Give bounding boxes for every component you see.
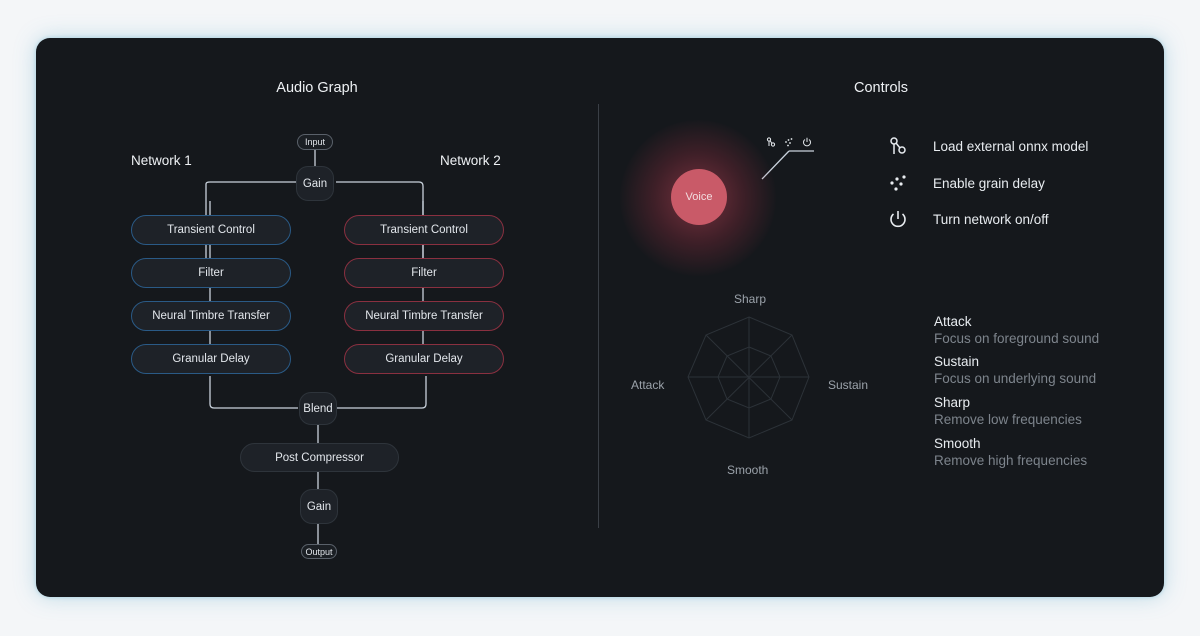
- description-title: Sustain: [934, 354, 980, 369]
- controls-title: Controls: [854, 80, 908, 96]
- network-2-transient-control[interactable]: Transient Control: [344, 215, 504, 245]
- description-sustain: Sustain Focus on underlying sound: [934, 354, 1096, 386]
- audio-graph-panel: Audio Graph Network 1 Network 2 Input Ga…: [36, 38, 1164, 597]
- description-text: Remove low frequencies: [934, 412, 1082, 427]
- description-text: Remove high frequencies: [934, 453, 1088, 468]
- network-2-title: Network 2: [440, 153, 501, 168]
- model-icon: [886, 134, 910, 158]
- network-2-neural-timbre-transfer[interactable]: Neural Timbre Transfer: [344, 301, 504, 331]
- description-text: Focus on foreground sound: [934, 331, 1100, 346]
- network-2-granular-delay[interactable]: Granular Delay: [344, 344, 504, 374]
- description-attack: Attack Focus on foreground sound: [934, 314, 1099, 346]
- network-1-neural-timbre-transfer[interactable]: Neural Timbre Transfer: [131, 301, 291, 331]
- grain-icon[interactable]: [784, 134, 794, 147]
- network-1-transient-control[interactable]: Transient Control: [131, 215, 291, 245]
- description-text: Focus on underlying sound: [934, 371, 1097, 386]
- description-sharp: Sharp Remove low frequencies: [934, 395, 1082, 427]
- legend-power: Turn network on/off: [886, 207, 1049, 231]
- description-smooth: Smooth Remove high frequencies: [934, 436, 1087, 468]
- radar-label-sustain: Sustain: [828, 378, 869, 392]
- legend-load-model: Load external onnx model: [886, 134, 1088, 158]
- network-1-title: Network 1: [131, 153, 192, 168]
- legend-label: Load external onnx model: [933, 138, 1089, 154]
- network-1-filter[interactable]: Filter: [131, 258, 291, 288]
- section-divider: [598, 104, 599, 528]
- gain-node-bottom[interactable]: Gain: [300, 489, 338, 524]
- output-node[interactable]: Output: [301, 544, 337, 559]
- radar-chart[interactable]: [675, 305, 823, 465]
- description-title: Sharp: [934, 395, 971, 410]
- radar-label-sharp: Sharp: [734, 292, 767, 306]
- network-2-filter[interactable]: Filter: [344, 258, 504, 288]
- description-title: Attack: [934, 314, 972, 329]
- voice-node-icons: [766, 134, 812, 147]
- blend-node[interactable]: Blend: [299, 392, 337, 425]
- audio-graph-title: Audio Graph: [276, 80, 358, 96]
- description-title: Smooth: [934, 436, 981, 451]
- power-icon[interactable]: [802, 134, 812, 147]
- legend-label: Turn network on/off: [933, 211, 1049, 227]
- input-node[interactable]: Input: [297, 134, 333, 150]
- radar-label-smooth: Smooth: [727, 463, 769, 477]
- model-icon[interactable]: [766, 134, 776, 147]
- legend-label: Enable grain delay: [933, 175, 1045, 191]
- power-icon: [886, 207, 910, 231]
- network-1-granular-delay[interactable]: Granular Delay: [131, 344, 291, 374]
- legend-grain-delay: Enable grain delay: [886, 171, 1045, 195]
- post-compressor-node[interactable]: Post Compressor: [240, 443, 399, 472]
- voice-node[interactable]: Voice: [671, 169, 727, 225]
- grain-icon: [886, 171, 910, 195]
- radar-label-attack: Attack: [631, 378, 665, 392]
- gain-node-top[interactable]: Gain: [296, 166, 334, 201]
